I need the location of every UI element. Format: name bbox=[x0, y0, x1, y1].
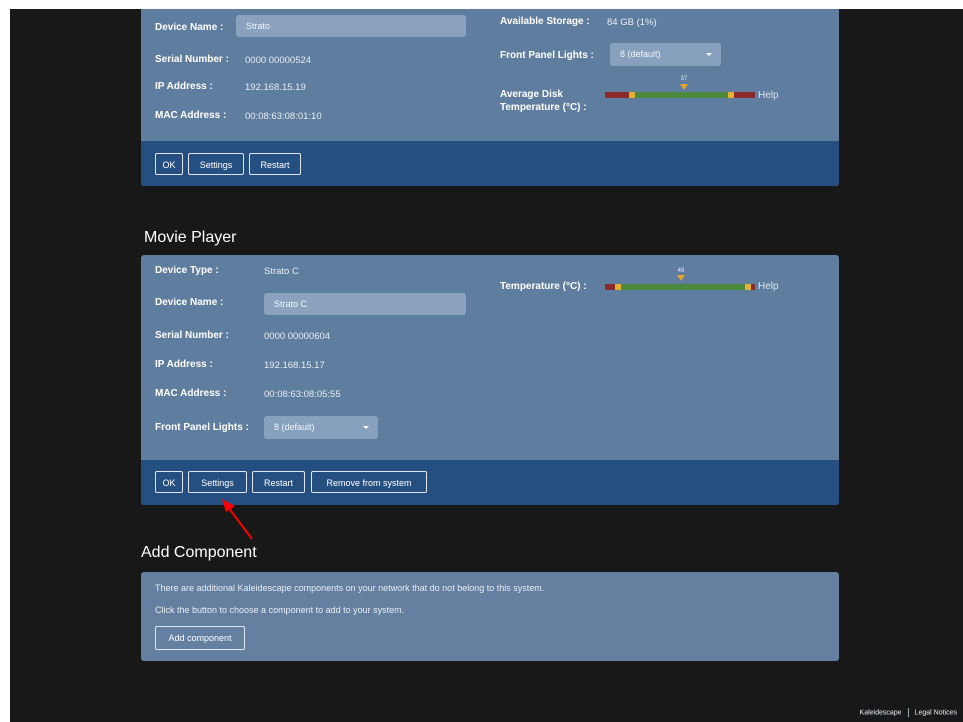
annotation-arrow-icon bbox=[222, 499, 253, 540]
